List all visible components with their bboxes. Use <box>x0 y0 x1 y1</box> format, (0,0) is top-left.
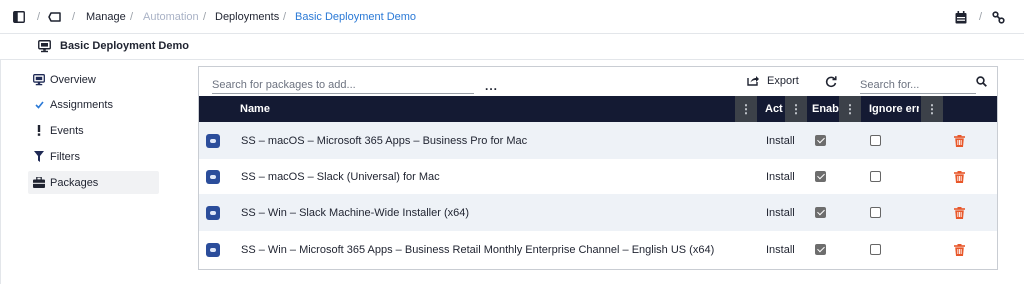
column-header-name[interactable]: Name <box>240 103 270 115</box>
monitor-icon <box>38 40 52 54</box>
filter-icon <box>28 151 50 162</box>
ignore-errors-checkbox[interactable] <box>870 171 881 182</box>
package-name: SS – macOS – Slack (Universal) for Mac <box>241 170 440 183</box>
breadcrumb-separator: / <box>203 11 207 23</box>
table-header: Name ⋮ Act ⋮ Enabl ⋮ Ignore erro ⋮ <box>199 96 997 122</box>
calendar-icon[interactable] <box>954 10 968 24</box>
column-menu-icon[interactable]: ⋮ <box>921 96 943 122</box>
check-icon <box>28 100 50 109</box>
delete-icon[interactable] <box>954 134 965 147</box>
export-icon <box>747 75 759 87</box>
enabled-checkbox[interactable] <box>815 135 826 146</box>
ignore-errors-checkbox[interactable] <box>870 207 881 218</box>
sidebar-item-label: Assignments <box>50 98 113 111</box>
page-header: Basic Deployment Demo <box>0 34 1024 60</box>
sidebar-item-overview[interactable]: Overview <box>28 68 159 91</box>
table-row[interactable]: SS – Win – Microsoft 365 Apps – Business… <box>199 231 997 268</box>
delete-icon[interactable] <box>954 243 965 256</box>
sidebar-item-events[interactable]: Events <box>28 119 159 142</box>
package-icon <box>206 133 220 148</box>
breadcrumb-deployments[interactable]: Deployments <box>215 11 279 24</box>
column-menu-icon[interactable]: ⋮ <box>735 96 757 122</box>
package-icon <box>206 242 220 257</box>
ignore-errors-checkbox[interactable] <box>870 244 881 255</box>
monitor-icon <box>28 73 50 86</box>
table-row[interactable]: SS – macOS – Slack (Universal) for Mac I… <box>199 158 997 195</box>
search-icon[interactable] <box>976 76 988 88</box>
sidebar-item-label: Filters <box>50 150 80 163</box>
table-row[interactable]: SS – Win – Slack Machine-Wide Installer … <box>199 194 997 231</box>
package-action: Install <box>766 170 795 183</box>
export-button[interactable]: Export <box>747 75 799 87</box>
packages-panel: ... Export Name ⋮ Act ⋮ Enabl ⋮ Ignore e… <box>198 66 998 270</box>
column-header-ignore-errors[interactable]: Ignore erro <box>869 103 919 115</box>
sidebar-toggle-icon[interactable] <box>12 10 26 24</box>
column-menu-icon[interactable]: ⋮ <box>785 96 807 122</box>
ignore-errors-checkbox[interactable] <box>870 135 881 146</box>
sidebar-item-label: Events <box>50 124 84 137</box>
breadcrumb-manage[interactable]: Manage <box>86 11 126 24</box>
export-label: Export <box>767 75 799 87</box>
table-row[interactable]: SS – macOS – Microsoft 365 Apps – Busine… <box>199 122 997 159</box>
package-action: Install <box>766 206 795 219</box>
sidebar-item-packages[interactable]: Packages <box>28 171 159 194</box>
enabled-checkbox[interactable] <box>815 244 826 255</box>
enabled-checkbox[interactable] <box>815 171 826 182</box>
breadcrumb-separator: / <box>283 11 287 23</box>
exclamation-icon <box>28 125 50 136</box>
page-title: Basic Deployment Demo <box>60 40 189 52</box>
sidebar-item-label: Packages <box>50 176 99 189</box>
column-menu-icon[interactable]: ⋮ <box>839 96 861 122</box>
link-icon[interactable] <box>991 10 1005 24</box>
breadcrumb-separator: / <box>37 11 41 23</box>
more-options-button[interactable]: ... <box>485 79 498 93</box>
home-icon[interactable] <box>48 10 62 24</box>
package-icon <box>206 205 220 220</box>
package-name: SS – Win – Slack Machine-Wide Installer … <box>241 206 470 219</box>
refresh-icon[interactable] <box>825 76 837 88</box>
search-packages-input[interactable] <box>212 76 474 94</box>
breadcrumb-separator: / <box>130 11 134 23</box>
briefcase-icon <box>28 177 50 188</box>
breadcrumb-current: Basic Deployment Demo <box>295 11 417 23</box>
search-input[interactable] <box>860 76 976 94</box>
package-icon <box>206 169 220 184</box>
delete-icon[interactable] <box>954 206 965 219</box>
delete-icon[interactable] <box>954 170 965 183</box>
package-action: Install <box>766 243 795 256</box>
content-divider <box>0 60 1 284</box>
sidebar-item-filters[interactable]: Filters <box>28 145 159 168</box>
sidebar-item-label: Overview <box>50 73 96 86</box>
sidebar-item-assignments[interactable]: Assignments <box>28 93 159 116</box>
enabled-checkbox[interactable] <box>815 207 826 218</box>
breadcrumb-automation[interactable]: Automation <box>143 11 199 24</box>
column-header-action[interactable]: Act <box>765 103 787 115</box>
package-name: SS – Win – Microsoft 365 Apps – Business… <box>241 243 715 256</box>
breadcrumb-separator: / <box>72 11 76 23</box>
package-action: Install <box>766 134 795 147</box>
package-name: SS – macOS – Microsoft 365 Apps – Busine… <box>241 134 528 147</box>
top-bar: / / Manage / Automation / Deployments / … <box>0 0 1024 34</box>
breadcrumb-separator: / <box>979 11 983 23</box>
